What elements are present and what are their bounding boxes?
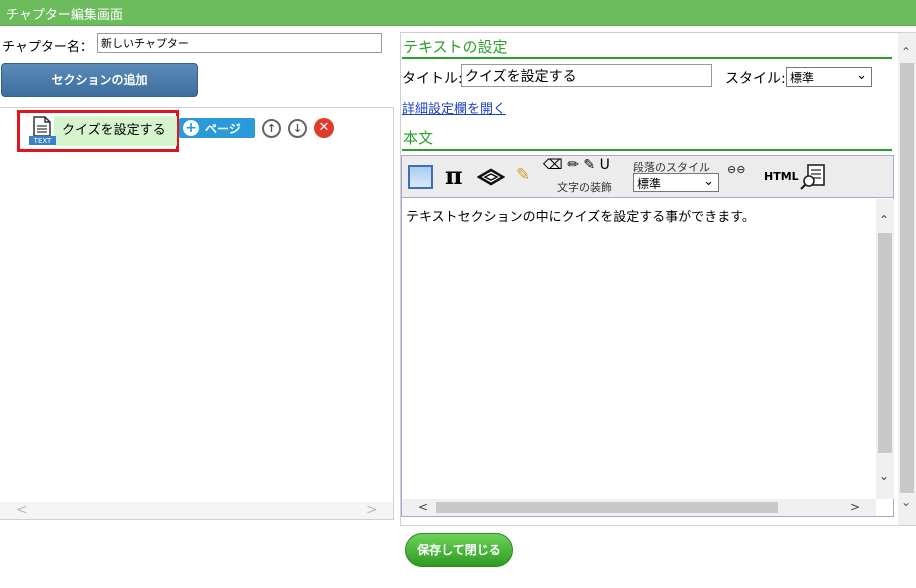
editor-hscroll-thumb[interactable] [436,502,778,513]
window-title: チャプター編集画面 [6,8,123,23]
move-up-icon[interactable]: ↑ [262,119,281,138]
title-input[interactable]: クイズを設定する [461,64,712,87]
scroll-up-icon[interactable]: ⌃ [901,45,911,59]
scroll-left-icon[interactable]: < [16,502,28,519]
style-select-value: 標準 [790,71,815,85]
body-divider [402,149,892,151]
save-and-close-button[interactable]: 保存して閉じる [405,533,513,567]
open-detail-settings-link[interactable]: 詳細設定欄を開く [402,98,506,117]
text-document-icon: TEXT [29,116,56,145]
scroll-left-icon[interactable]: < [418,500,428,514]
title-label: タイトル: [402,71,463,87]
html-source-icon[interactable]: HTML [764,170,799,183]
plus-icon: + [183,120,199,136]
window-titlebar: チャプター編集画面 [0,0,916,26]
chapter-name-input[interactable] [97,33,382,53]
paragraph-style-select[interactable]: 標準 ⌄ [633,173,719,192]
add-page-label: ページ [205,122,241,136]
section-item-quiz[interactable]: TEXT クイズを設定する [17,110,179,152]
delete-icon[interactable]: ✕ [314,118,334,138]
text-decoration-icons[interactable]: ⌫ ✏ ✎ U [543,157,610,173]
shape-icon[interactable] [477,165,505,189]
outer-vertical-scrollbar[interactable]: ⌃ ⌄ [898,33,916,525]
scroll-right-icon[interactable]: > [850,500,860,514]
math-pi-icon[interactable]: π [445,161,463,190]
scroll-right-icon[interactable]: > [366,502,378,519]
format-brush-icon[interactable]: ✎ [516,165,530,185]
chevron-down-icon: ⌄ [856,68,867,83]
add-section-button[interactable]: セクションの追加 [1,63,198,97]
link-icon[interactable]: ⊖⊖ [727,163,745,176]
section-list-pane: < > [0,107,394,520]
move-down-icon[interactable]: ↓ [288,119,307,138]
left-horizontal-scrollbar[interactable]: < > [0,502,393,519]
text-badge: TEXT [33,137,52,145]
style-select[interactable]: 標準 ⌄ [786,67,872,87]
scroll-down-icon[interactable]: ⌄ [901,495,911,509]
scroll-up-icon[interactable]: ⌃ [879,213,889,227]
outer-scroll-thumb[interactable] [900,63,914,493]
editor-content[interactable]: テキストセクションの中にクイズを設定する事ができます。 [406,206,755,225]
editor-vscroll-thumb[interactable] [878,233,892,453]
editor-horizontal-scrollbar[interactable]: < > [402,499,876,516]
text-settings-heading: テキストの設定 [403,38,508,56]
style-label: スタイル: [725,71,786,87]
body-heading: 本文 [403,129,434,147]
section-item-label: クイズを設定する [62,123,166,138]
heading-divider [402,57,892,59]
chevron-down-icon: ⌄ [703,174,714,189]
add-page-button[interactable]: + ページ [179,118,255,138]
editor-toolbar: π ✎ ⌫ ✏ ✎ U 文字の装飾 段落のスタイル 標準 ⌄ ⊖⊖ HTML [402,156,893,198]
editor-vertical-scrollbar[interactable]: ⌃ ⌄ [876,199,894,499]
insert-image-icon[interactable] [408,165,433,189]
text-decoration-label: 文字の装飾 [557,181,612,194]
scroll-down-icon[interactable]: ⌄ [879,469,889,483]
preview-icon[interactable] [800,163,826,191]
paragraph-style-value: 標準 [637,177,662,191]
chapter-name-label: チャプター名： [2,40,93,55]
rich-text-editor: π ✎ ⌫ ✏ ✎ U 文字の装飾 段落のスタイル 標準 ⌄ ⊖⊖ HTML テ… [401,155,894,517]
